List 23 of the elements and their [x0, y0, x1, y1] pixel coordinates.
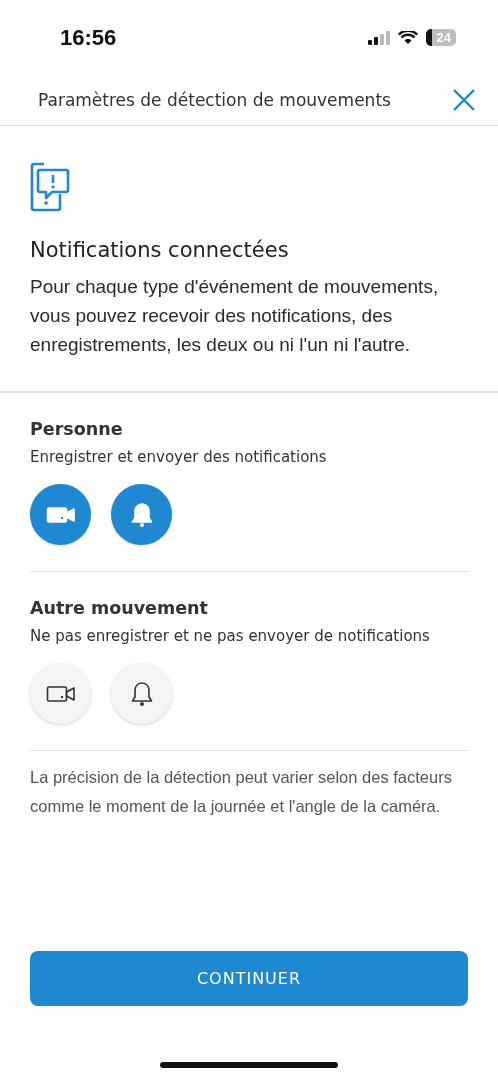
record-toggle[interactable] [30, 663, 91, 724]
bell-icon [130, 680, 153, 707]
continue-button[interactable]: CONTINUER [30, 951, 468, 1006]
bell-icon [130, 501, 153, 528]
notification-toggle[interactable] [111, 484, 172, 545]
wifi-icon [397, 30, 418, 45]
section-title: Autre mouvement [30, 598, 209, 618]
section-title: Personne [30, 419, 124, 439]
notification-toggle[interactable] [111, 663, 172, 724]
video-camera-icon [45, 504, 76, 525]
status-time: 16:56 [60, 24, 117, 51]
battery-indicator: 24 [425, 29, 456, 46]
intro-text: Pour chaque type d'événement de mouvements, vous pouvez recevoir des notifications, des enregistrements, les deux ou ni l'un ni l'autre. [30, 275, 440, 357]
record-toggle[interactable] [30, 484, 91, 545]
section-status: Enregistrer et envoyer des notifications [30, 448, 328, 466]
section-status: Ne pas enregistrer et ne pas envoyer de notifications [30, 627, 431, 645]
signal-icon [367, 30, 390, 45]
screen-title: Paramètres de détection de mouvements [38, 90, 391, 110]
intro-heading: Notifications connectées [30, 238, 290, 262]
video-camera-icon [45, 683, 76, 704]
footnote-text: La précision de la détection peut varier selon des facteurs comme le moment de la journée et l'angle de la caméra. [29, 767, 453, 817]
close-button[interactable] [452, 88, 476, 112]
phone-alert-icon [30, 160, 70, 212]
